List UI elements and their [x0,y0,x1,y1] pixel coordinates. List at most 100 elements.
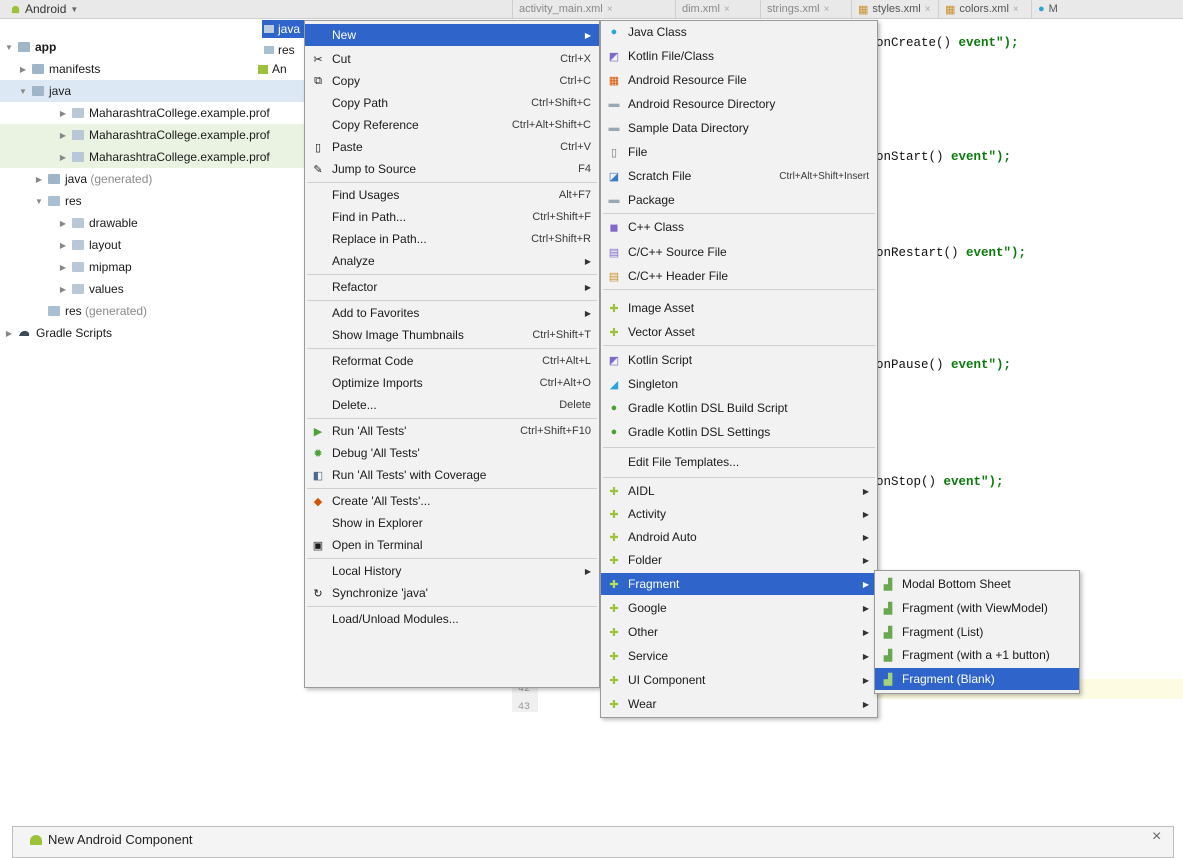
menu-item-replace-in-path[interactable]: Replace in Path... Ctrl+Shift+R [305,228,599,250]
menu-item-scratch-file[interactable]: ◪ Scratch File Ctrl+Alt+Shift+Insert [601,165,877,187]
menu-item-run-with-coverage[interactable]: ◧ Run 'All Tests' with Coverage [305,464,599,486]
menu-item-gradle-kotlin-settings[interactable]: ● Gradle Kotlin DSL Settings [601,421,877,443]
fragment-submenu: ▟ Modal Bottom Sheet ▟ Fragment (with View… [874,570,1080,694]
chevron-right-icon: ▶ [584,308,591,318]
menu-item-fragment-list[interactable]: ▟ Fragment (List) [875,621,1079,643]
menu-item-new[interactable]: New ▶ [305,24,599,46]
chevron-right-icon: ▶ [862,627,869,637]
fragment-template-icon: ▟ [883,673,893,686]
menu-item-kotlin-file[interactable]: ◩ Kotlin File/Class [601,45,877,67]
menu-item-fragment[interactable]: ✚ Fragment ▶ [601,573,877,595]
menu-item-paste[interactable]: ▯ Paste Ctrl+V [305,136,599,158]
menu-item-android-auto[interactable]: ✚ Android Auto ▶ [601,526,877,548]
scissors-icon: ✂ [313,53,323,66]
menu-item-package[interactable]: ▬ Package [601,189,877,211]
menu-item-wear[interactable]: ✚ Wear ▶ [601,693,877,715]
android-icon: ✚ [609,626,619,639]
menu-separator [603,213,875,214]
menu-item-aidl[interactable]: ✚ AIDL ▶ [601,480,877,502]
paste-icon: ▯ [314,141,322,154]
menu-item-cpp-class[interactable]: ◼ C++ Class [601,216,877,238]
code-line[interactable]: onPause() event"); [876,358,1011,372]
menu-item-create-all-tests[interactable]: ◆ Create 'All Tests'... [305,490,599,512]
android-icon: ✚ [609,650,619,663]
chevron-right-icon: ▶ [584,30,591,40]
menu-item-copy-reference[interactable]: Copy Reference Ctrl+Alt+Shift+C [305,114,599,136]
chevron-right-icon: ▶ [584,282,591,292]
menu-item-android-resource-file[interactable]: ▦ Android Resource File [601,69,877,91]
menu-item-cut[interactable]: ✂ Cut Ctrl+X [305,48,599,70]
menu-separator [307,606,597,607]
menu-item-java-class[interactable]: ● Java Class [601,21,877,43]
android-icon: ✚ [609,531,619,544]
menu-item-cpp-source[interactable]: ▤ C/C++ Source File [601,241,877,263]
cpp-header-icon: ▤ [608,270,620,283]
menu-item-find-usages[interactable]: Find Usages Alt+F7 [305,184,599,206]
menu-item-synchronize[interactable]: ↻ Synchronize 'java' [305,582,599,604]
menu-item-copy-path[interactable]: Copy Path Ctrl+Shift+C [305,92,599,114]
menu-item-optimize-imports[interactable]: Optimize Imports Ctrl+Alt+O [305,372,599,394]
close-icon[interactable]: × [1152,828,1161,846]
file-icon: ▯ [610,146,618,159]
menu-item-folder[interactable]: ✚ Folder ▶ [601,549,877,571]
menu-item-refactor[interactable]: Refactor ▶ [305,276,599,298]
folder-icon: ▬ [608,122,620,134]
fragment-template-icon: ▟ [883,602,893,615]
dialog-title: New Android Component [30,832,193,847]
menu-item-open-in-terminal[interactable]: ▣ Open in Terminal [305,534,599,556]
menu-item-other[interactable]: ✚ Other ▶ [601,621,877,643]
menu-item-activity[interactable]: ✚ Activity ▶ [601,503,877,525]
menu-item-cpp-header[interactable]: ▤ C/C++ Header File [601,265,877,287]
cpp-class-icon: ◼ [609,221,619,234]
code-line[interactable]: onStart() event"); [876,150,1011,164]
menu-separator [307,274,597,275]
package-icon: ▬ [608,194,620,206]
menu-item-jump-to-source[interactable]: ✎ Jump to Source F4 [305,158,599,180]
menu-item-singleton[interactable]: ◢ Singleton [601,373,877,395]
menu-item-show-image-thumbnails[interactable]: Show Image Thumbnails Ctrl+Shift+T [305,324,599,346]
menu-item-edit-file-templates[interactable]: Edit File Templates... [601,451,877,473]
menu-item-ui-component[interactable]: ✚ UI Component ▶ [601,669,877,691]
menu-separator [307,488,597,489]
code-line[interactable]: onCreate() event"); [876,36,1019,50]
menu-item-modal-bottom-sheet[interactable]: ▟ Modal Bottom Sheet [875,573,1079,595]
menu-item-add-to-favorites[interactable]: Add to Favorites ▶ [305,302,599,324]
menu-item-delete[interactable]: Delete... Delete [305,394,599,416]
android-icon [30,834,42,845]
menu-item-load-unload-modules[interactable]: Load/Unload Modules... [305,608,599,630]
menu-separator [307,182,597,183]
terminal-icon: ▣ [312,539,324,552]
chevron-right-icon: ▶ [862,651,869,661]
android-icon: ✚ [609,508,619,521]
code-line[interactable]: onRestart() event"); [876,246,1026,260]
chevron-right-icon: ▶ [862,555,869,565]
menu-item-analyze[interactable]: Analyze ▶ [305,250,599,272]
code-line[interactable]: onStop() event"); [876,475,1004,489]
menu-item-fragment-blank[interactable]: ▟ Fragment (Blank) [875,668,1079,690]
menu-item-sample-data-directory[interactable]: ▬ Sample Data Directory [601,117,877,139]
menu-item-kotlin-script[interactable]: ◩ Kotlin Script [601,349,877,371]
menu-item-service[interactable]: ✚ Service ▶ [601,645,877,667]
sync-icon: ↻ [313,587,323,600]
menu-separator [603,477,875,478]
menu-item-show-in-explorer[interactable]: Show in Explorer [305,512,599,534]
menu-item-file[interactable]: ▯ File [601,141,877,163]
menu-item-copy[interactable]: ⧉ Copy Ctrl+C [305,70,599,92]
menu-item-debug-all-tests[interactable]: ✹ Debug 'All Tests' [305,442,599,464]
menu-item-image-asset[interactable]: ✚ Image Asset [601,297,877,319]
singleton-icon: ◢ [609,378,619,391]
menu-item-run-all-tests[interactable]: ▶ Run 'All Tests' Ctrl+Shift+F10 [305,420,599,442]
menu-item-fragment-viewmodel[interactable]: ▟ Fragment (with ViewModel) [875,597,1079,619]
coverage-icon: ◧ [312,469,324,482]
android-icon: ✚ [609,674,619,687]
menu-item-google[interactable]: ✚ Google ▶ [601,597,877,619]
menu-item-vector-asset[interactable]: ✚ Vector Asset [601,321,877,343]
menu-item-gradle-kotlin-build-script[interactable]: ● Gradle Kotlin DSL Build Script [601,397,877,419]
menu-item-android-resource-directory[interactable]: ▬ Android Resource Directory [601,93,877,115]
debug-icon: ✹ [313,447,323,460]
menu-item-reformat-code[interactable]: Reformat Code Ctrl+Alt+L [305,350,599,372]
menu-item-find-in-path[interactable]: Find in Path... Ctrl+Shift+F [305,206,599,228]
menu-item-local-history[interactable]: Local History ▶ [305,560,599,582]
menu-item-fragment-plus-one[interactable]: ▟ Fragment (with a +1 button) [875,644,1079,666]
chevron-right-icon: ▶ [584,256,591,266]
